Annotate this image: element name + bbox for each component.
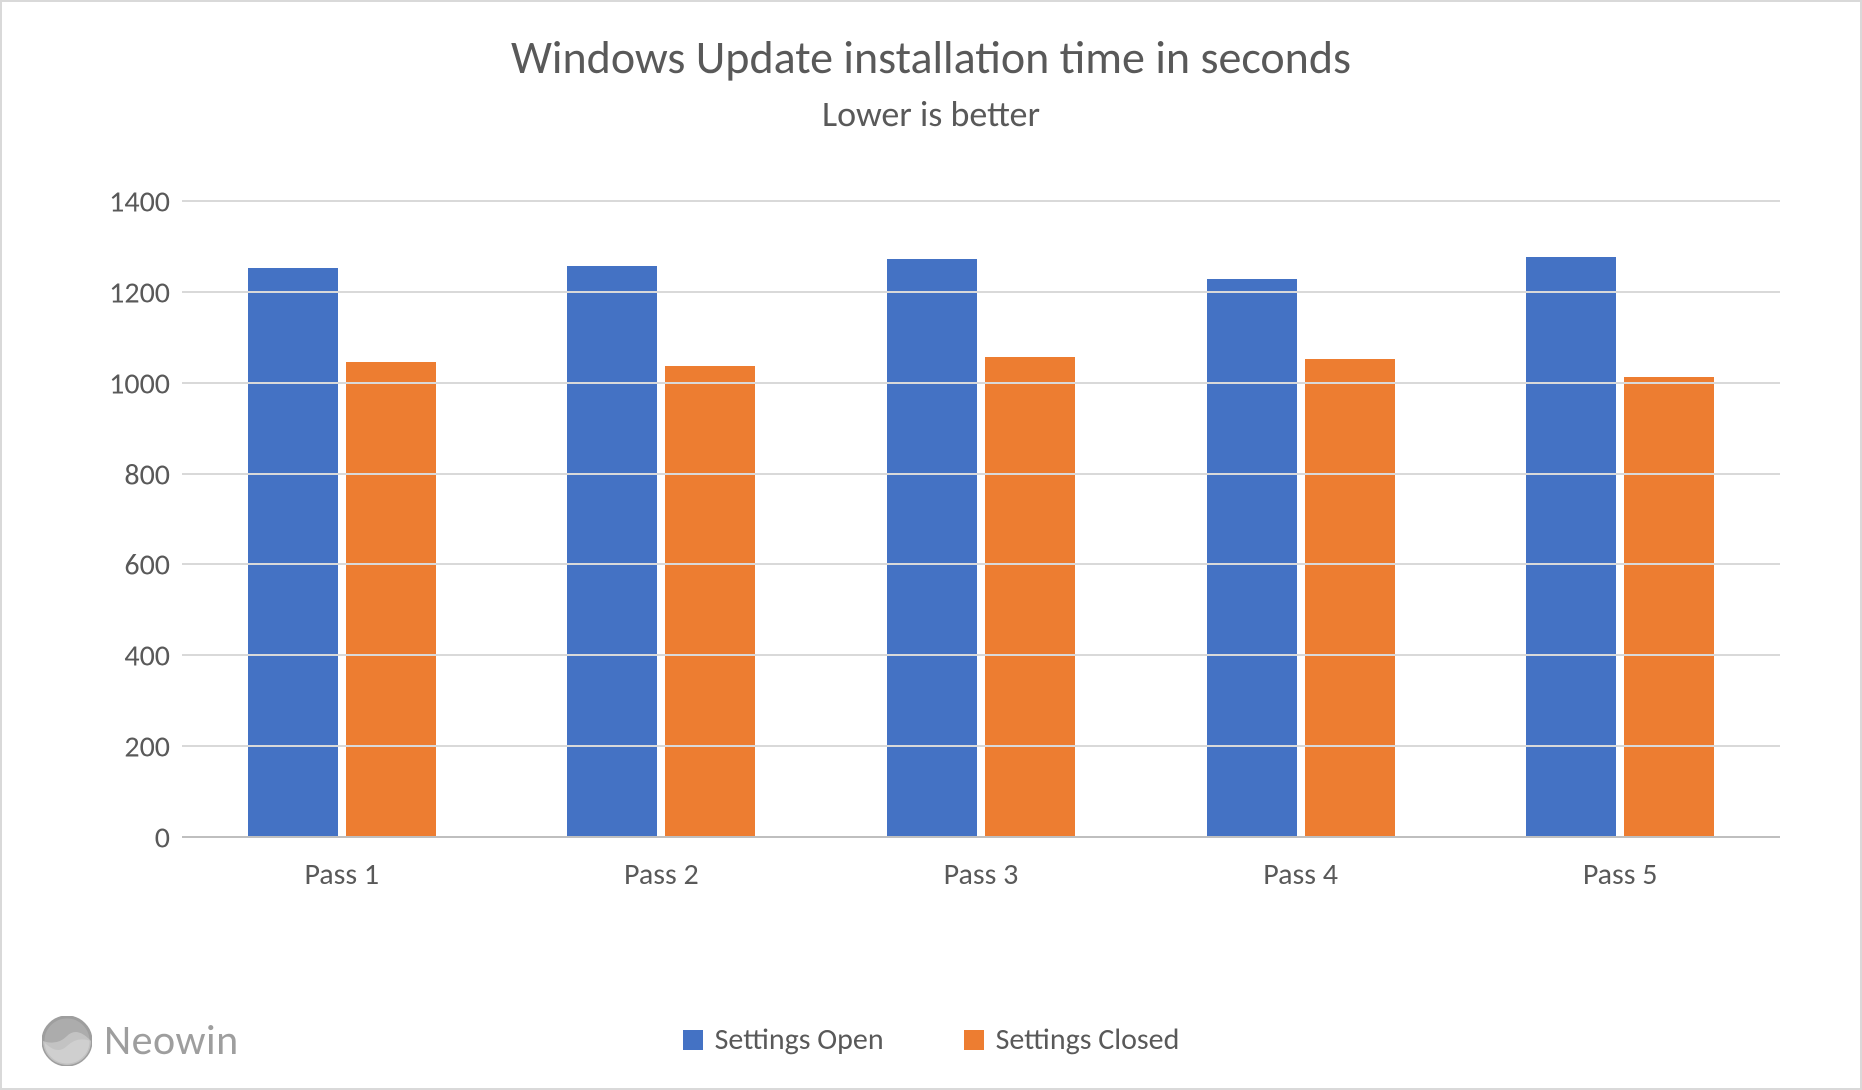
- y-axis-tick-label: 1000: [109, 365, 170, 402]
- neowin-logo-icon: [42, 1016, 92, 1066]
- plot-area: Pass 1Pass 2Pass 3Pass 4Pass 5 0 200 400 60…: [182, 202, 1780, 838]
- x-axis-category-label: Pass 3: [821, 856, 1141, 893]
- chart-subtitle: Lower is better: [2, 92, 1860, 136]
- grid-line: 0: [182, 836, 1780, 838]
- bar-settings-open: [248, 268, 338, 838]
- bar-settings-open: [567, 266, 657, 838]
- neowin-watermark-text: Neowin: [104, 1015, 239, 1066]
- grid-line: 400: [182, 654, 1780, 656]
- legend-swatch-blue: [683, 1030, 703, 1050]
- y-axis-tick-label: 400: [124, 638, 170, 675]
- bar-settings-closed: [1624, 377, 1714, 838]
- grid-line: 1400: [182, 200, 1780, 202]
- bar-settings-open: [1207, 279, 1297, 838]
- legend-label-settings-closed: Settings Closed: [996, 1021, 1180, 1058]
- bar-settings-closed: [346, 362, 436, 838]
- bar-settings-closed: [985, 357, 1075, 838]
- legend: Settings Open Settings Closed: [2, 1021, 1860, 1058]
- bar-settings-open: [887, 259, 977, 838]
- y-axis-tick-label: 800: [124, 456, 170, 493]
- legend-label-settings-open: Settings Open: [715, 1021, 884, 1058]
- neowin-watermark: Neowin: [42, 1015, 239, 1066]
- x-axis-category-label: Pass 5: [1460, 856, 1780, 893]
- bar-settings-closed: [665, 366, 755, 838]
- x-axis-category-label: Pass 4: [1141, 856, 1461, 893]
- x-axis-category-label: Pass 2: [502, 856, 822, 893]
- y-axis-tick-label: 1200: [109, 274, 170, 311]
- bar-group: Pass 4: [1141, 202, 1461, 838]
- plot-wrap: Pass 1Pass 2Pass 3Pass 4Pass 5 020040060…: [62, 182, 1800, 898]
- bar-group: Pass 2: [502, 202, 822, 838]
- grid-line: 600: [182, 563, 1780, 565]
- legend-item-settings-closed: Settings Closed: [964, 1021, 1180, 1058]
- grid-line: 1200: [182, 291, 1780, 293]
- grid-line: 1000: [182, 382, 1780, 384]
- bar-group: Pass 3: [821, 202, 1141, 838]
- y-axis-tick-label: 200: [124, 729, 170, 766]
- bar-settings-open: [1526, 257, 1616, 838]
- bar-group: Pass 1: [182, 202, 502, 838]
- grid-line: 200: [182, 745, 1780, 747]
- y-axis-tick-label: 0: [155, 820, 170, 857]
- y-axis-tick-label: 600: [124, 547, 170, 584]
- bar-group: Pass 5: [1460, 202, 1780, 838]
- chart-title: Windows Update installation time in seco…: [2, 30, 1860, 86]
- grid-line: 800: [182, 473, 1780, 475]
- y-axis-tick-label: 1400: [109, 184, 170, 221]
- x-axis-category-label: Pass 1: [182, 856, 502, 893]
- bar-groups: Pass 1Pass 2Pass 3Pass 4Pass 5: [182, 202, 1780, 838]
- legend-item-settings-open: Settings Open: [683, 1021, 884, 1058]
- chart-frame: Windows Update installation time in seco…: [0, 0, 1862, 1090]
- legend-swatch-orange: [964, 1030, 984, 1050]
- bar-settings-closed: [1305, 359, 1395, 838]
